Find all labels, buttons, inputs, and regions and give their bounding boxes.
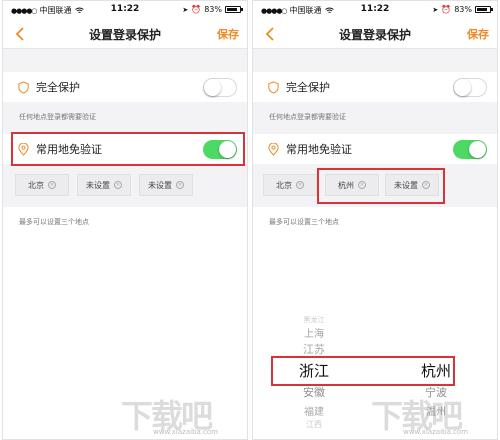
toggle-knob	[469, 141, 486, 158]
location-chip-2[interactable]: 杭州 ×	[325, 174, 379, 196]
full-protection-label: 完全保护	[36, 81, 80, 94]
location-chips: 北京 × 杭州 × 未设置 ×	[253, 170, 497, 200]
shield-icon	[268, 80, 279, 94]
picker-item-selected[interactable]: 杭州	[375, 360, 497, 381]
common-location-toggle[interactable]	[453, 140, 487, 159]
location-pin-icon	[18, 142, 29, 156]
battery-icon	[225, 6, 243, 13]
picker-item[interactable]: 江苏	[253, 341, 375, 357]
alarm-icon: ⏰	[191, 5, 202, 14]
toggle-knob	[454, 79, 471, 96]
battery-percent: 83%	[204, 5, 222, 14]
common-location-label: 常用地免验证	[286, 143, 352, 156]
full-protection-toggle[interactable]	[203, 78, 237, 97]
battery-icon	[475, 6, 493, 13]
limit-hint: 最多可以设置三个地点	[19, 218, 89, 226]
page-title: 设置登录保护	[88, 28, 161, 42]
full-protection-row: 完全保护	[3, 72, 247, 102]
common-location-row: 常用地免验证	[3, 134, 247, 164]
location-picker[interactable]: 黑龙江 上海 江苏 浙江 安徽 福建 江西 杭州 宁波 温州	[253, 314, 497, 439]
location-arrow-icon: ➤	[182, 5, 189, 14]
location-chip-3[interactable]: 未设置 ×	[139, 174, 193, 196]
full-protection-toggle[interactable]	[453, 78, 487, 97]
nav-bar: 设置登录保护 保存	[3, 19, 247, 49]
battery-level	[227, 8, 237, 11]
location-chip-1[interactable]: 北京 ×	[263, 174, 317, 196]
nav-bar: 设置登录保护 保存	[253, 19, 497, 49]
content-area: 最多可以设置三个地点	[253, 207, 497, 314]
remove-icon[interactable]: ×	[422, 181, 430, 189]
picker-item[interactable]: 黑龙江	[253, 315, 375, 325]
remove-icon[interactable]: ×	[48, 181, 56, 189]
common-location-row: 常用地免验证	[253, 134, 497, 164]
back-chevron-icon[interactable]	[263, 26, 279, 42]
phone-screen-left: ●●●●○ 中国联通 11:22 ➤ ⏰ 83% 设置登录保护 保存 完全保护 …	[2, 0, 248, 440]
picker-item[interactable]: 上海	[253, 325, 375, 340]
chip-label: 北京	[28, 180, 44, 190]
hint-all-places: 任何地点登录都需要验证	[269, 113, 346, 121]
common-location-label: 常用地免验证	[36, 143, 102, 156]
picker-item-selected[interactable]: 浙江	[253, 360, 375, 381]
save-button[interactable]: 保存	[467, 26, 489, 42]
chip-label: 未设置	[394, 180, 418, 190]
battery-level	[477, 8, 487, 11]
picker-item[interactable]: 江西	[253, 419, 375, 430]
location-chip-2[interactable]: 未设置 ×	[77, 174, 131, 196]
location-arrow-icon: ➤	[432, 5, 439, 14]
full-protection-label: 完全保护	[286, 81, 330, 94]
back-chevron-icon[interactable]	[13, 26, 29, 42]
city-wheel[interactable]: 杭州 宁波 温州	[375, 314, 497, 439]
chip-label: 未设置	[86, 180, 110, 190]
alarm-icon: ⏰	[441, 5, 452, 14]
common-location-toggle[interactable]	[203, 140, 237, 159]
status-bar: ●●●●○ 中国联通 11:22 ➤ ⏰ 83%	[3, 1, 247, 19]
picker-item[interactable]: 安徽	[253, 384, 375, 400]
province-wheel[interactable]: 黑龙江 上海 江苏 浙江 安徽 福建 江西	[253, 314, 375, 439]
chip-label: 杭州	[338, 180, 354, 190]
picker-item[interactable]: 宁波	[375, 384, 497, 400]
location-chip-1[interactable]: 北京 ×	[15, 174, 69, 196]
save-button[interactable]: 保存	[217, 26, 239, 42]
location-pin-icon	[268, 142, 279, 156]
location-chip-3[interactable]: 未设置 ×	[385, 174, 439, 196]
phone-screen-right: ●●●●○ 中国联通 11:22 ➤ ⏰ 83% 设置登录保护 保存 完全保护 …	[252, 0, 498, 440]
content-area: 最多可以设置三个地点	[3, 207, 247, 439]
picker-item[interactable]: 温州	[375, 403, 497, 418]
toggle-knob	[219, 141, 236, 158]
remove-icon[interactable]: ×	[358, 181, 366, 189]
status-bar: ●●●●○ 中国联通 11:22 ➤ ⏰ 83%	[253, 1, 497, 19]
picker-item[interactable]: 福建	[253, 403, 375, 418]
remove-icon[interactable]: ×	[176, 181, 184, 189]
battery-percent: 83%	[454, 5, 472, 14]
page-title: 设置登录保护	[338, 28, 411, 42]
hint-all-places: 任何地点登录都需要验证	[19, 113, 96, 121]
full-protection-row: 完全保护	[253, 72, 497, 102]
limit-hint: 最多可以设置三个地点	[269, 218, 339, 226]
location-chips: 北京 × 未设置 × 未设置 ×	[3, 170, 247, 200]
remove-icon[interactable]: ×	[114, 181, 122, 189]
chip-label: 未设置	[148, 180, 172, 190]
toggle-knob	[204, 79, 221, 96]
remove-icon[interactable]: ×	[296, 181, 304, 189]
chip-label: 北京	[276, 180, 292, 190]
shield-icon	[18, 80, 29, 94]
